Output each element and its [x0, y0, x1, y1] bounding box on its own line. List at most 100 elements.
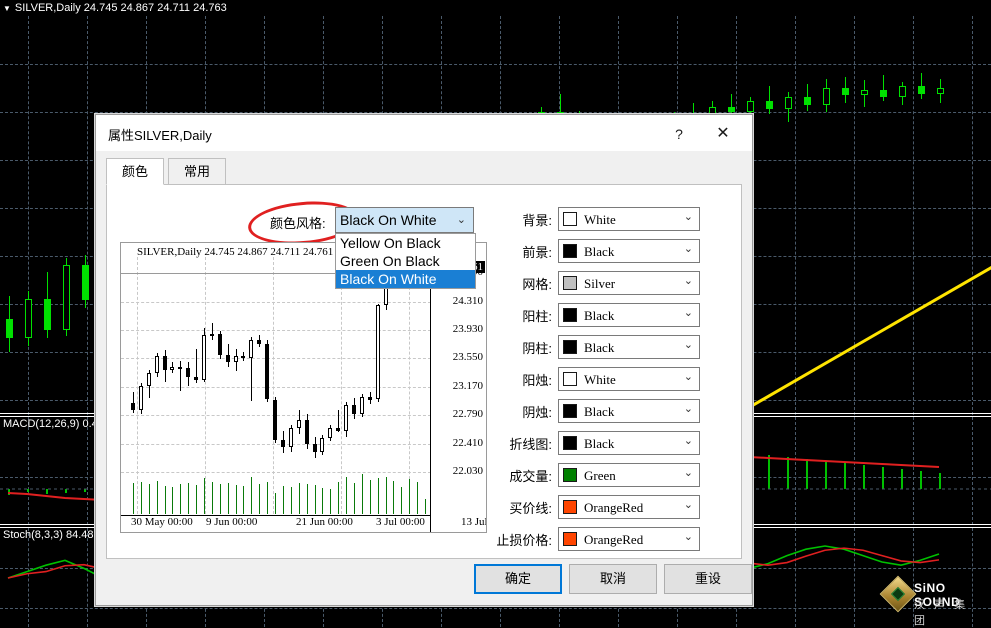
dialog-body: 颜色风格: Black On White ⌄ Yellow On Black Gr…	[106, 185, 742, 559]
color-select[interactable]: Green ⌄	[558, 463, 700, 487]
color-swatch-icon	[563, 372, 577, 386]
color-select[interactable]: Black ⌄	[558, 431, 700, 455]
chevron-down-icon: ⌄	[683, 307, 693, 319]
color-swatch-icon	[563, 436, 577, 450]
color-option-label: 成交量:	[509, 469, 552, 484]
color-option-label: 阳柱:	[522, 309, 552, 324]
chevron-down-icon: ⌄	[683, 467, 693, 479]
color-select[interactable]: White ⌄	[558, 367, 700, 391]
reset-button[interactable]: 重设	[664, 564, 752, 594]
color-select[interactable]: Black ⌄	[558, 303, 700, 327]
color-option-row: 止损价格: OrangeRed ⌄	[107, 527, 743, 551]
color-select[interactable]: Black ⌄	[558, 239, 700, 263]
cancel-button[interactable]: 取消	[569, 564, 657, 594]
chevron-down-icon: ⌄	[683, 211, 693, 223]
color-option-row: 阳烛: White ⌄	[107, 367, 743, 391]
close-icon[interactable]: ✕	[706, 121, 740, 147]
color-select[interactable]: OrangeRed ⌄	[558, 527, 700, 551]
dialog-tabstrip: 颜色 常用	[106, 158, 742, 185]
color-select[interactable]: OrangeRed ⌄	[558, 495, 700, 519]
candle-body	[804, 97, 811, 105]
button-label: 确定	[504, 571, 531, 586]
candle-body	[899, 86, 906, 98]
color-value-label: Black	[584, 340, 615, 355]
color-option-row: 阴柱: Black ⌄	[107, 335, 743, 359]
chevron-down-icon: ⌄	[683, 531, 693, 543]
color-value-label: Black	[584, 308, 615, 323]
color-option-label: 阴柱:	[522, 341, 552, 356]
color-swatch-icon	[563, 212, 577, 226]
color-option-label: 网格:	[522, 277, 552, 292]
tab-label: 常用	[183, 164, 210, 179]
chevron-down-icon: ⌄	[683, 339, 693, 351]
grid-line-v	[913, 16, 914, 415]
trend-line[interactable]	[752, 266, 991, 407]
color-option-row: 阳柱: Black ⌄	[107, 303, 743, 327]
grid-line-h	[0, 112, 991, 113]
color-swatch-icon	[563, 500, 577, 514]
terminal-title-text: SILVER,Daily 24.745 24.867 24.711 24.763	[14, 2, 227, 14]
color-option-label: 阳烛:	[522, 373, 552, 388]
color-value-label: White	[584, 212, 616, 227]
color-scheme-option-list[interactable]: Yellow On Black Green On Black Black On Wh…	[335, 233, 476, 289]
candle-body	[44, 298, 51, 331]
candle-body	[937, 87, 944, 94]
color-scheme-option[interactable]: Green On Black	[336, 252, 475, 270]
color-swatch-icon	[563, 244, 577, 258]
tab-common[interactable]: 常用	[168, 158, 226, 185]
grid-line-v	[28, 16, 29, 415]
color-value-label: Black	[584, 436, 615, 451]
broker-logo: SiNO SOUND 汉 声 集 团	[879, 575, 987, 627]
color-swatch-icon	[563, 308, 577, 322]
candle-body	[766, 101, 773, 109]
color-select[interactable]: Silver ⌄	[558, 271, 700, 295]
ok-button[interactable]: 确定	[474, 564, 562, 594]
dialog-button-row: 确定 取消 重设	[96, 564, 752, 598]
color-swatch-icon	[563, 340, 577, 354]
macd-label: MACD(12,26,9) 0.425	[3, 418, 110, 430]
chevron-down-icon: ⌄	[683, 371, 693, 383]
dialog-title: 属性SILVER,Daily	[108, 128, 212, 143]
color-scheme-option[interactable]: Black On White	[336, 270, 475, 288]
candle-body	[747, 101, 754, 113]
color-option-label: 买价线:	[509, 501, 552, 516]
color-select[interactable]: Black ⌄	[558, 335, 700, 359]
preview-gridline-h	[121, 330, 431, 331]
color-option-label: 前景:	[522, 245, 552, 260]
color-select[interactable]: Black ⌄	[558, 399, 700, 423]
grid-line-v	[854, 16, 855, 415]
button-label: 取消	[599, 571, 626, 586]
grid-line-v	[87, 16, 88, 415]
color-value-label: Silver	[584, 276, 616, 291]
color-value-label: OrangeRed	[584, 532, 644, 547]
color-value-label: Black	[584, 404, 615, 419]
candle-body	[728, 106, 735, 113]
logo-subtitle: 汉 声 集 团	[914, 599, 969, 627]
chevron-down-icon: ⌄	[683, 499, 693, 511]
dialog-title-bar: 属性SILVER,Daily ? ✕	[96, 115, 752, 151]
help-icon[interactable]: ?	[664, 121, 694, 147]
color-option-label: 折线图:	[509, 437, 552, 452]
button-label: 重设	[694, 571, 721, 586]
color-scheme-option[interactable]: Yellow On Black	[336, 234, 475, 252]
candle-body	[918, 86, 925, 94]
color-select[interactable]: White ⌄	[558, 207, 700, 231]
chevron-down-icon: ⌄	[683, 243, 693, 255]
tab-colors[interactable]: 颜色	[106, 158, 164, 185]
color-option-label: 止损价格:	[496, 533, 552, 548]
candle-body	[880, 89, 887, 98]
color-option-row: 成交量: Green ⌄	[107, 463, 743, 487]
candle-body	[25, 298, 32, 338]
color-option-label: 背景:	[522, 213, 552, 228]
candle-body	[785, 97, 792, 109]
color-swatch-icon	[563, 276, 577, 290]
candle-body	[823, 87, 830, 105]
color-option-row: 折线图: Black ⌄	[107, 431, 743, 455]
color-option-row: 买价线: OrangeRed ⌄	[107, 495, 743, 519]
terminal-chart-title: ▼ SILVER,Daily 24.745 24.867 24.711 24.76…	[0, 0, 991, 16]
color-option-row: 背景: White ⌄	[107, 207, 743, 231]
grid-line-h	[0, 64, 991, 65]
color-swatch-icon	[563, 404, 577, 418]
chart-dropdown-arrow-icon[interactable]: ▼	[3, 1, 11, 17]
grid-line-v	[795, 16, 796, 415]
